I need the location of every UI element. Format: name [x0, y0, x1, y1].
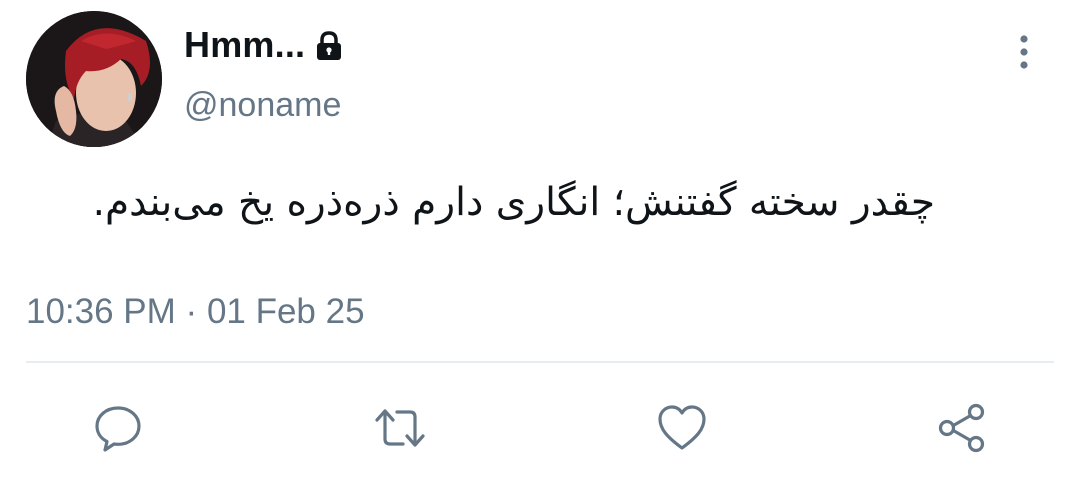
retweet-icon	[373, 403, 427, 453]
handle[interactable]: @noname	[184, 86, 341, 125]
tweet-date: 01 Feb 25	[206, 292, 365, 331]
timestamp-separator: ·	[185, 292, 198, 331]
retweet-button[interactable]	[374, 402, 426, 454]
display-name-text: Hmm...	[184, 24, 306, 65]
share-button[interactable]	[936, 402, 988, 454]
like-button[interactable]	[656, 402, 708, 454]
lock-icon	[315, 31, 343, 61]
timestamp[interactable]: 10:36 PM · 01 Feb 25	[26, 292, 365, 332]
tweet-time: 10:36 PM	[26, 292, 176, 331]
avatar[interactable]	[26, 11, 162, 147]
reply-icon	[93, 403, 143, 453]
share-icon	[936, 403, 988, 453]
display-name[interactable]: Hmm...	[184, 24, 343, 66]
more-options-button[interactable]	[1004, 34, 1044, 74]
heart-icon	[657, 404, 707, 452]
reply-button[interactable]	[92, 402, 144, 454]
more-vertical-icon	[1018, 34, 1030, 75]
tweet-text: چقدر سخته گفتنش؛ انگاری دارم ذره‌ذره یخ …	[92, 180, 935, 225]
divider	[26, 361, 1054, 363]
